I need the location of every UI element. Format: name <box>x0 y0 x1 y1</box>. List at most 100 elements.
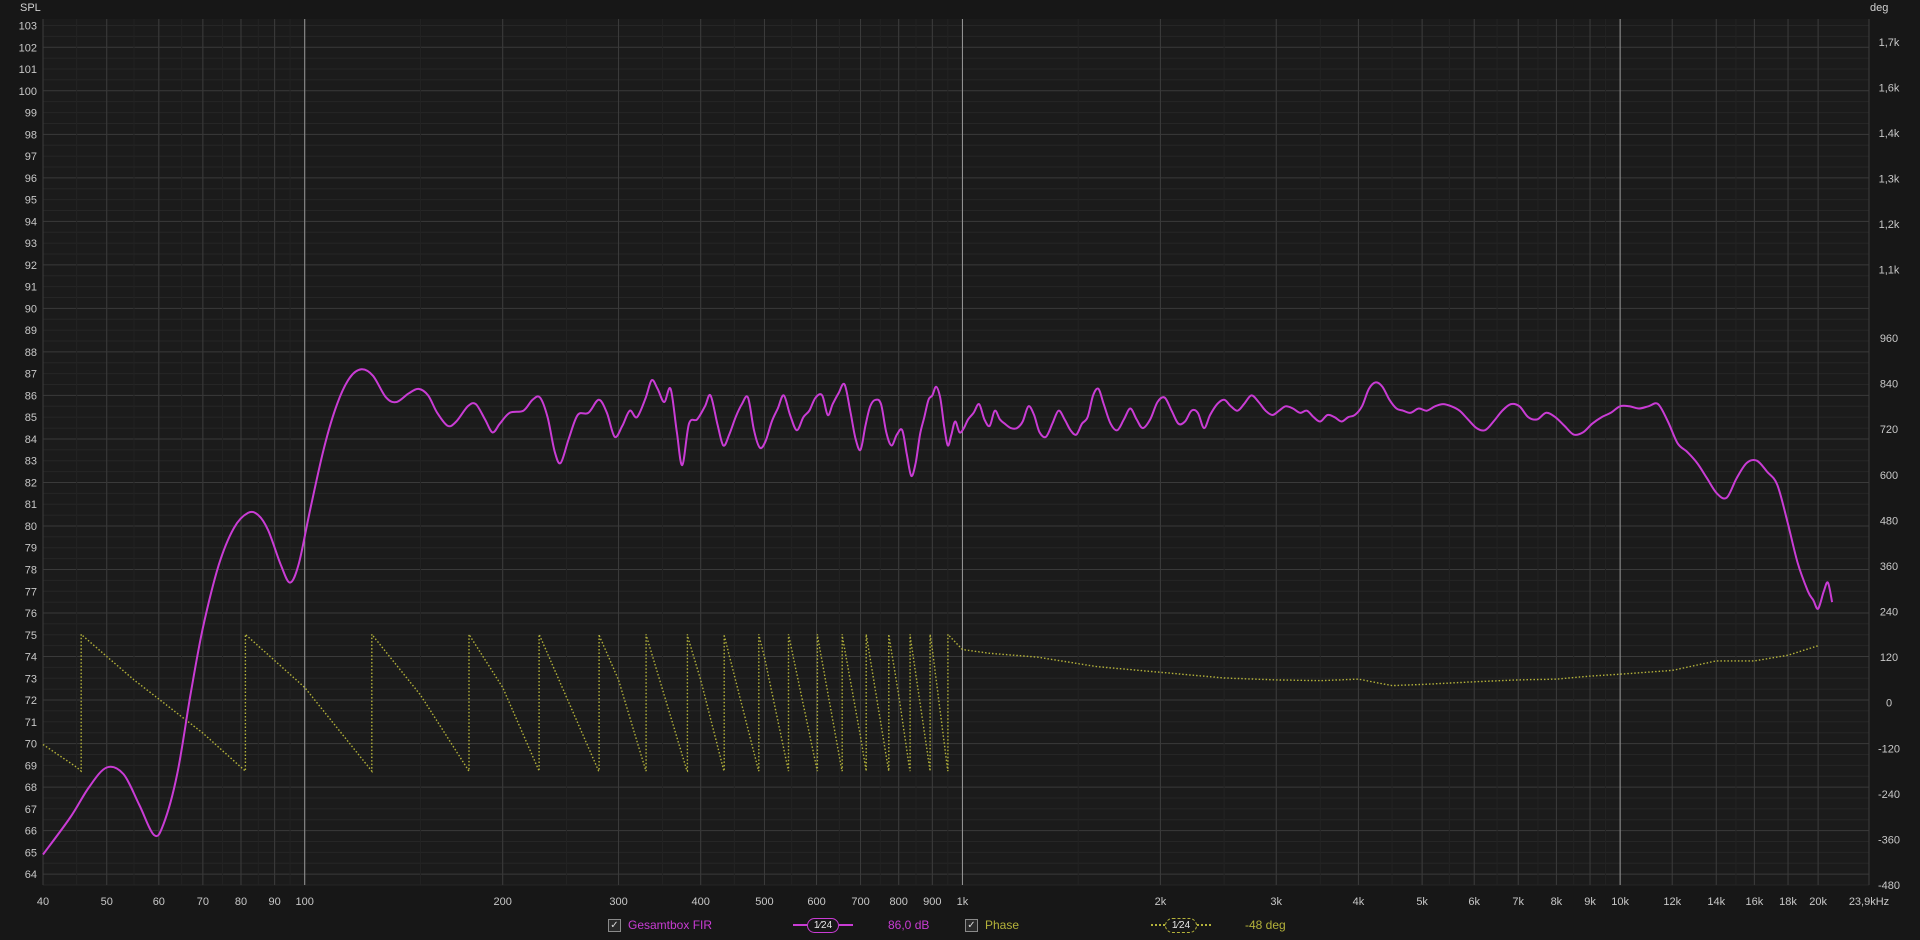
left-tick-label: 68 <box>25 782 37 794</box>
phase-smoothing-badge: 1⁄24 <box>1165 917 1197 933</box>
x-tick-label: 900 <box>923 896 941 908</box>
right-tick-label: -120 <box>1878 743 1900 755</box>
left-tick-label: 80 <box>25 521 37 533</box>
right-tick-label: 0 <box>1886 698 1892 710</box>
right-tick-label: -240 <box>1878 789 1900 801</box>
right-tick-label: 1,7k <box>1879 37 1900 49</box>
left-tick-label: 92 <box>25 260 37 272</box>
x-tick-label: 6k <box>1468 896 1480 908</box>
right-tick-label: 960 <box>1880 333 1898 345</box>
left-axis-label: SPL <box>20 2 41 14</box>
left-tick-label: 77 <box>25 586 37 598</box>
right-tick-label: 120 <box>1880 652 1898 664</box>
x-tick-label: 400 <box>692 896 710 908</box>
frequency-response-chart[interactable]: 40 50 60 70 80 90 100 200 300 400 500 600 700 800 900 1… <box>0 0 1920 940</box>
left-tick-label: 97 <box>25 151 37 163</box>
phase-series-label: Phase <box>985 918 1020 932</box>
left-tick-label: 75 <box>25 630 37 642</box>
x-axis: 40 50 60 70 80 90 100 200 300 400 500 600 700 800 900 1… <box>37 896 1889 908</box>
right-tick-label: 1,4k <box>1879 128 1900 140</box>
x-tick-label: 14k <box>1707 896 1725 908</box>
left-tick-label: 64 <box>25 869 37 881</box>
spl-value-readout: 86,0 dB <box>888 918 930 932</box>
phase-value-readout: -48 deg <box>1245 918 1286 932</box>
left-tick-label: 84 <box>25 434 37 446</box>
right-tick-label: 1,1k <box>1879 265 1900 277</box>
right-tick-label: 240 <box>1880 607 1898 619</box>
x-tick-label: 5k <box>1416 896 1428 908</box>
x-tick-label: 200 <box>494 896 512 908</box>
phase-checkbox[interactable]: ✓ <box>965 918 978 932</box>
left-tick-label: 85 <box>25 412 37 424</box>
left-tick-label: 98 <box>25 129 37 141</box>
phase-series-toggle[interactable]: ✓ Phase <box>965 916 1019 934</box>
spl-smoothing-button[interactable]: 1⁄24 <box>793 916 853 934</box>
plot-area[interactable] <box>43 19 1869 885</box>
left-tick-label: 94 <box>25 216 37 228</box>
left-tick-label: 93 <box>25 238 37 250</box>
left-tick-label: 74 <box>25 652 37 664</box>
left-tick-label: 82 <box>25 477 37 489</box>
left-tick-label: 103 <box>19 21 37 33</box>
x-tick-label: 7k <box>1512 896 1524 908</box>
spl-series-toggle[interactable]: ✓ Gesamtbox FIR <box>608 916 712 934</box>
x-tick-label: 16k <box>1746 896 1764 908</box>
left-tick-label: 90 <box>25 303 37 315</box>
left-tick-label: 99 <box>25 108 37 120</box>
right-tick-label: 600 <box>1880 470 1898 482</box>
x-tick-label: 90 <box>269 896 281 908</box>
x-tick-label: 20k <box>1809 896 1827 908</box>
spl-smoothing-badge: 1⁄24 <box>807 917 839 933</box>
left-tick-label: 102 <box>19 42 37 54</box>
left-tick-label: 65 <box>25 847 37 859</box>
left-tick-label: 76 <box>25 608 37 620</box>
x-tick-label: 600 <box>807 896 825 908</box>
x-tick-label: 60 <box>153 896 165 908</box>
x-tick-label: 18k <box>1779 896 1797 908</box>
right-tick-label: 1,3k <box>1879 174 1900 186</box>
right-tick-label: 1,6k <box>1879 82 1900 94</box>
right-tick-label: 1,2k <box>1879 219 1900 231</box>
left-tick-label: 79 <box>25 543 37 555</box>
left-tick-label: 100 <box>19 86 37 98</box>
right-axis-label: deg <box>1870 2 1888 14</box>
right-tick-label: -360 <box>1878 834 1900 846</box>
left-tick-label: 83 <box>25 456 37 468</box>
phase-smoothing-button[interactable]: 1⁄24 <box>1151 916 1211 934</box>
left-tick-label: 81 <box>25 499 37 511</box>
left-tick-label: 67 <box>25 804 37 816</box>
spl-checkbox[interactable]: ✓ <box>608 918 621 932</box>
left-axis: 64 65 66 67 68 69 70 71 72 73 74 75 76 77 78 79 80 81 82 83… <box>19 21 37 882</box>
left-tick-label: 71 <box>25 717 37 729</box>
x-tick-label: 2k <box>1155 896 1167 908</box>
left-tick-label: 70 <box>25 739 37 751</box>
x-tick-label: 100 <box>296 896 314 908</box>
x-tick-label: 10k <box>1611 896 1629 908</box>
right-tick-label: -480 <box>1878 880 1900 892</box>
right-tick-label: 840 <box>1880 379 1898 391</box>
right-tick-label: 480 <box>1880 515 1898 527</box>
x-tick-label: 700 <box>851 896 869 908</box>
x-tick-label: 40 <box>37 896 49 908</box>
legend-bar: ✓ Gesamtbox FIR 1⁄24 86,0 dB ✓ Phase 1⁄2… <box>0 910 1920 940</box>
left-tick-label: 96 <box>25 173 37 185</box>
x-tick-label: 12k <box>1663 896 1681 908</box>
right-axis: 1,7k 1,6k 1,4k 1,3k 1,2k 1,1k 960 840 720 600 480 3… <box>1878 37 1900 892</box>
left-tick-label: 88 <box>25 347 37 359</box>
right-tick-label: 360 <box>1880 561 1898 573</box>
x-tick-label: 80 <box>235 896 247 908</box>
x-tick-label: 800 <box>890 896 908 908</box>
x-tick-label: 1k <box>957 896 969 908</box>
left-tick-label: 72 <box>25 695 37 707</box>
left-tick-label: 95 <box>25 195 37 207</box>
left-tick-label: 89 <box>25 325 37 337</box>
x-tick-label: 8k <box>1551 896 1563 908</box>
x-tick-label: 300 <box>609 896 627 908</box>
left-tick-label: 78 <box>25 564 37 576</box>
spl-series-label: Gesamtbox FIR <box>628 918 713 932</box>
left-tick-label: 86 <box>25 390 37 402</box>
x-tick-label: 500 <box>755 896 773 908</box>
x-tick-label: 9k <box>1584 896 1596 908</box>
x-tick-label: 50 <box>101 896 113 908</box>
left-tick-label: 91 <box>25 282 37 294</box>
